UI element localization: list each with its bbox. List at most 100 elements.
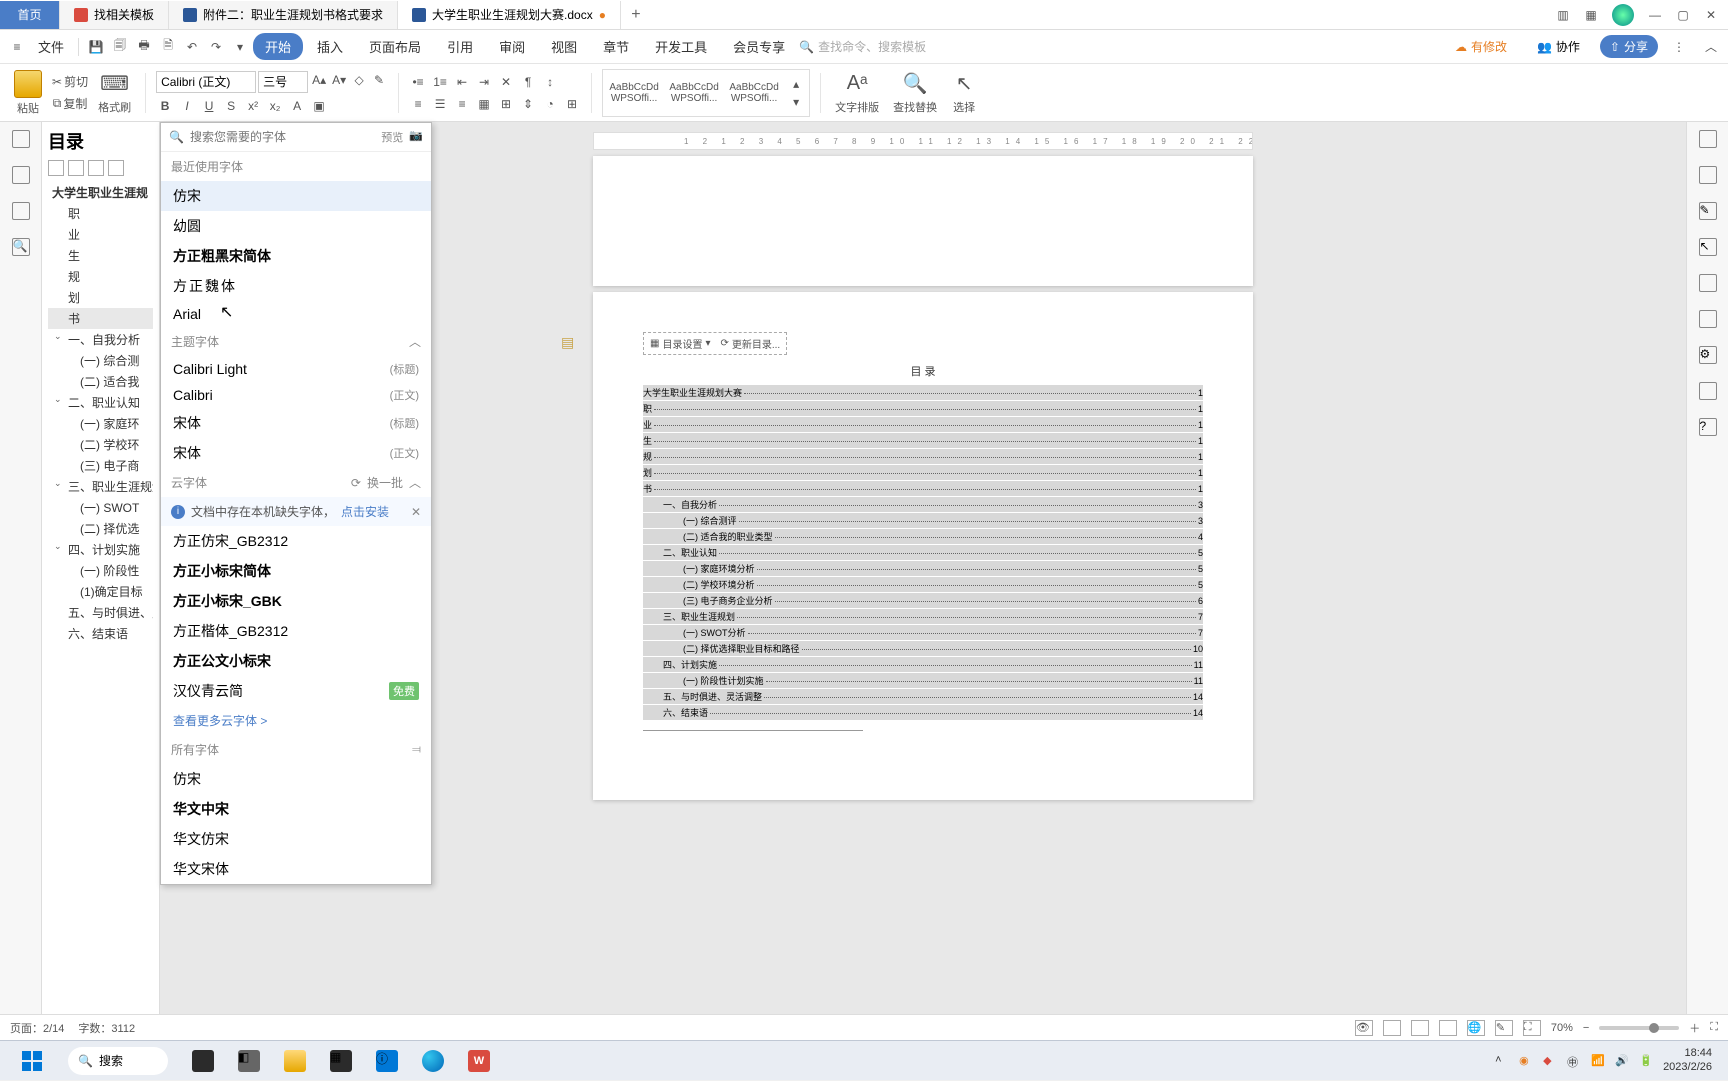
outline-item[interactable]: (1)确定目标 xyxy=(48,581,153,602)
toc-entry[interactable]: 业1 xyxy=(643,417,1203,432)
collaborate-button[interactable]: 👥 协作 xyxy=(1527,35,1590,58)
font-item[interactable]: 宋体(正文) xyxy=(161,438,431,468)
view-annotate-icon[interactable]: ✎ xyxy=(1495,1020,1513,1036)
menu-tab-devtools[interactable]: 开发工具 xyxy=(643,33,719,60)
close-warning-icon[interactable]: ✕ xyxy=(411,505,421,519)
highlight-icon[interactable]: ✎ xyxy=(370,71,388,89)
battery-icon[interactable]: 🔋 xyxy=(1639,1054,1653,1068)
font-item[interactable]: 幼圆 xyxy=(161,211,431,241)
toc-entry[interactable]: 四、计划实施11 xyxy=(643,657,1203,672)
bg-color-icon[interactable]: ▣ xyxy=(310,97,328,115)
outline-item[interactable]: (二) 适合我 xyxy=(48,371,153,392)
tab-current-doc[interactable]: 大学生职业生涯规划大赛.docx ● xyxy=(398,1,621,29)
outline-item[interactable]: ⌄一、自我分析 xyxy=(48,329,153,350)
style-item-1[interactable]: AaBbCcDd WPSOffi... xyxy=(605,72,663,114)
outline-item[interactable]: (二) 择优选 xyxy=(48,518,153,539)
view-read-icon[interactable] xyxy=(1439,1020,1457,1036)
select-group[interactable]: ↖ 选择 xyxy=(947,71,981,115)
page-break-icon[interactable]: ▤ xyxy=(561,334,577,350)
distribute-icon[interactable]: ⊞ xyxy=(497,95,515,113)
save-icon[interactable]: 💾 xyxy=(85,36,107,58)
shading-icon[interactable]: ◔ xyxy=(541,95,559,113)
install-font-link[interactable]: 点击安装 xyxy=(341,503,389,520)
outline-char[interactable]: 书 xyxy=(48,308,153,329)
style-scroll-up-icon[interactable]: ▴ xyxy=(787,75,805,93)
fit-width-icon[interactable]: ⛶ xyxy=(1523,1020,1541,1036)
outline-item[interactable]: (一) SWOT xyxy=(48,497,153,518)
font-item[interactable]: Calibri(正文) xyxy=(161,382,431,408)
focus-mode-icon[interactable]: 👁 xyxy=(1355,1020,1373,1036)
zoom-out-icon[interactable]: − xyxy=(1583,1022,1589,1034)
dropdown-icon[interactable]: ▾ xyxy=(229,36,251,58)
chevron-up-icon[interactable]: ︿ xyxy=(1700,36,1722,58)
align-left-icon[interactable]: ≡ xyxy=(409,95,427,113)
style-gallery[interactable]: AaBbCcDd WPSOffi... AaBbCcDd WPSOffi... … xyxy=(602,69,810,117)
menu-tab-references[interactable]: 引用 xyxy=(435,33,485,60)
paste-icon[interactable] xyxy=(14,70,42,98)
toc-entry[interactable]: (二) 适合我的职业类型4 xyxy=(643,529,1203,544)
style-item-3[interactable]: AaBbCcDd WPSOffi... xyxy=(725,72,783,114)
superscript-icon[interactable]: x² xyxy=(244,97,262,115)
format-painter-icon[interactable]: ⌨ xyxy=(102,71,128,97)
font-item[interactable]: 华文宋体 xyxy=(161,854,431,884)
clear-format-icon[interactable]: ◇ xyxy=(350,71,368,89)
outline-char[interactable]: 规 xyxy=(48,266,153,287)
app-icon[interactable]: ▦ xyxy=(318,1041,364,1081)
outline-item[interactable]: (三) 电子商 xyxy=(48,455,153,476)
tab-home[interactable]: 首页 xyxy=(0,1,60,29)
menu-tab-member[interactable]: 会员专享 xyxy=(721,33,797,60)
font-item[interactable]: 方正仿宋_GB2312 xyxy=(161,526,431,556)
subscript-icon[interactable]: x₂ xyxy=(266,97,284,115)
tab-attachment2[interactable]: 附件二：职业生涯规划书格式要求 xyxy=(169,1,398,29)
outline-tool-icon[interactable] xyxy=(48,160,64,176)
view-web-icon[interactable]: 🌐 xyxy=(1467,1020,1485,1036)
bullet-list-icon[interactable]: •≡ xyxy=(409,73,427,91)
align-center-icon[interactable]: ☰ xyxy=(431,95,449,113)
minimize-icon[interactable]: — xyxy=(1648,9,1662,21)
toc-entry[interactable]: (一) 阶段性计划实施11 xyxy=(643,673,1203,688)
chevron-up-icon[interactable]: ︿ xyxy=(409,333,421,350)
cut-button[interactable]: ✂剪切 xyxy=(52,73,88,91)
cloud-refresh-label[interactable]: 换一批 xyxy=(367,474,403,491)
toc-entry[interactable]: 规1 xyxy=(643,449,1203,464)
settings-icon[interactable]: ⚙ xyxy=(1699,346,1717,364)
layout-toggle-icon[interactable]: ▥ xyxy=(1556,9,1570,21)
strike-icon[interactable]: S xyxy=(222,97,240,115)
undo-icon[interactable]: ↶ xyxy=(181,36,203,58)
zoom-in-icon[interactable]: ＋ xyxy=(1689,1020,1700,1036)
toc-entry[interactable]: 书1 xyxy=(643,481,1203,496)
taskbar-search[interactable]: 🔍搜索 xyxy=(56,1041,180,1081)
font-preview-toggle[interactable]: 预览 xyxy=(381,129,403,145)
dashboard-icon[interactable] xyxy=(1699,382,1717,400)
wifi-icon[interactable]: 📶 xyxy=(1591,1054,1605,1068)
menu-tab-view[interactable]: 视图 xyxy=(539,33,589,60)
fullscreen-icon[interactable]: ⛶ xyxy=(1710,1021,1718,1034)
share-button[interactable]: ⇧ 分享 xyxy=(1600,35,1658,58)
style-icon[interactable] xyxy=(1699,166,1717,184)
collapse-ribbon-icon[interactable]: ⋮ xyxy=(1668,36,1690,58)
indent-icon[interactable]: ⇥ xyxy=(475,73,493,91)
zoom-value[interactable]: 70% xyxy=(1551,1022,1573,1034)
line-spacing-icon[interactable]: ↕ xyxy=(541,73,559,91)
outline-char[interactable]: 职 xyxy=(48,203,153,224)
layout-grid-icon[interactable]: ▦ xyxy=(1584,9,1598,21)
number-list-icon[interactable]: 1≡ xyxy=(431,73,449,91)
outline-tool-icon[interactable] xyxy=(88,160,104,176)
style-item-2[interactable]: AaBbCcDd WPSOffi... xyxy=(665,72,723,114)
italic-icon[interactable]: I xyxy=(178,97,196,115)
sort-icon[interactable]: ✕ xyxy=(497,73,515,91)
outline-item[interactable]: ⌄二、职业认知 xyxy=(48,392,153,413)
font-item[interactable]: Arial xyxy=(161,301,431,327)
app-icon-blue[interactable]: ⓘ xyxy=(364,1041,410,1081)
font-item[interactable]: 方正小标宋_GBK xyxy=(161,586,431,616)
toc-entry[interactable]: 五、与时俱进、灵活调整14 xyxy=(643,689,1203,704)
user-avatar[interactable] xyxy=(1612,4,1634,26)
toc-settings-button[interactable]: ▦ 目录设置▾ xyxy=(650,336,710,351)
decrease-font-icon[interactable]: A▾ xyxy=(330,71,348,89)
outline-item[interactable]: (一) 综合测 xyxy=(48,350,153,371)
style-scroll-down-icon[interactable]: ▾ xyxy=(787,93,805,111)
menu-tab-layout[interactable]: 页面布局 xyxy=(357,33,433,60)
outline-char[interactable]: 业 xyxy=(48,224,153,245)
redo-icon[interactable]: ↷ xyxy=(205,36,227,58)
show-marks-icon[interactable]: ¶ xyxy=(519,73,537,91)
